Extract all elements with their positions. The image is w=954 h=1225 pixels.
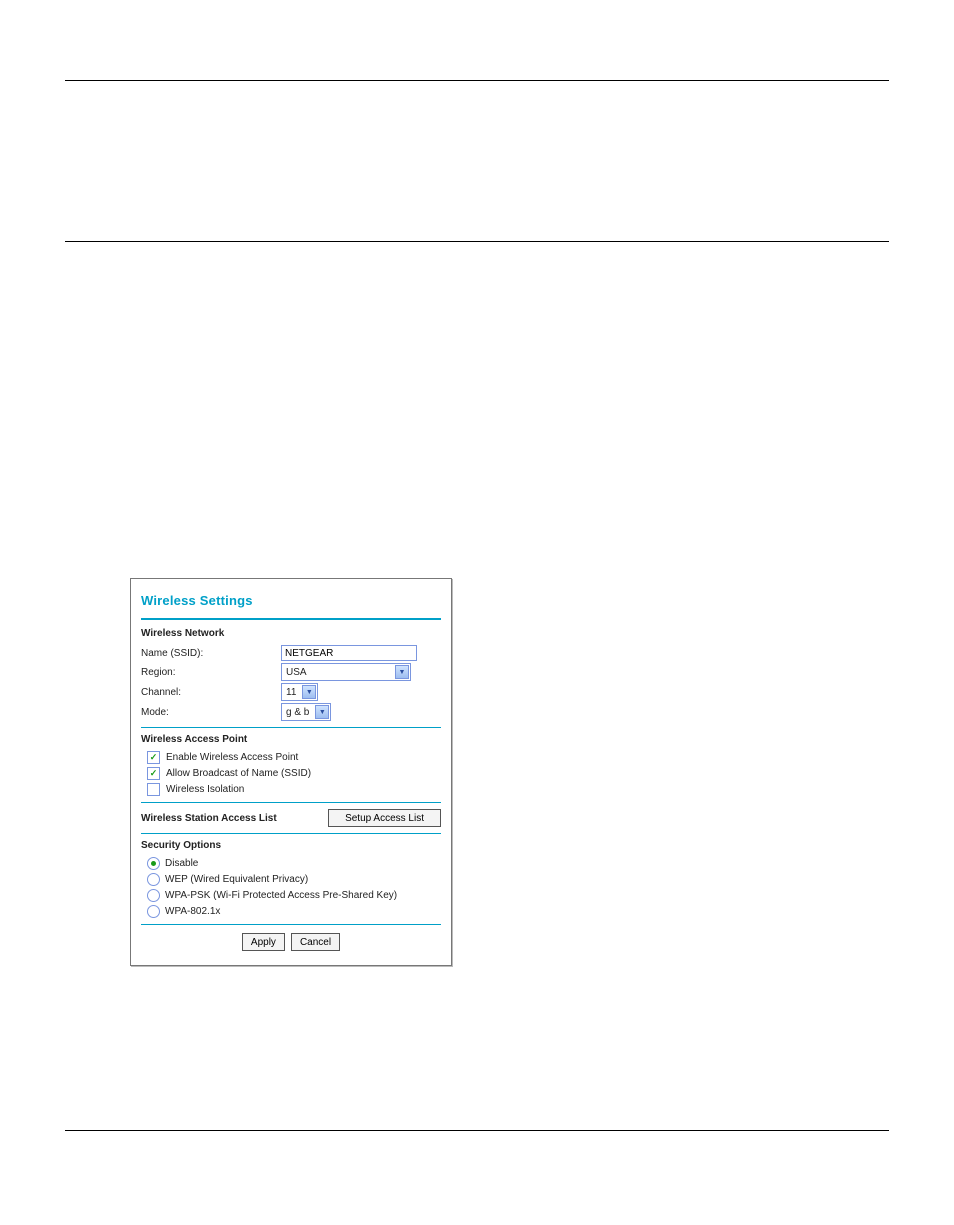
security-wpa8021x-radio[interactable] xyxy=(147,905,160,918)
ssid-input[interactable] xyxy=(281,645,417,661)
channel-label: Channel: xyxy=(141,687,281,698)
radio-selected-icon xyxy=(151,861,156,866)
security-wpa8021x-label: WPA-802.1x xyxy=(165,906,220,917)
security-wpapsk-radio[interactable] xyxy=(147,889,160,902)
security-disable-label: Disable xyxy=(165,858,198,869)
broadcast-ssid-label: Allow Broadcast of Name (SSID) xyxy=(166,768,311,779)
channel-select[interactable]: 11 ▼ xyxy=(281,683,318,701)
chevron-down-icon: ▼ xyxy=(315,705,329,719)
divider xyxy=(141,924,441,925)
region-value: USA xyxy=(282,667,394,678)
section-heading-security: Security Options xyxy=(141,840,441,851)
section-heading-ap: Wireless Access Point xyxy=(141,734,441,745)
wireless-isolation-checkbox[interactable] xyxy=(147,783,160,796)
channel-value: 11 xyxy=(282,687,301,698)
security-wep-label: WEP (Wired Equivalent Privacy) xyxy=(165,874,308,885)
access-list-label: Wireless Station Access List xyxy=(141,813,277,824)
panel-title: Wireless Settings xyxy=(141,593,441,608)
broadcast-ssid-checkbox[interactable]: ✓ xyxy=(147,767,160,780)
enable-ap-checkbox[interactable]: ✓ xyxy=(147,751,160,764)
divider xyxy=(141,727,441,728)
page-rule-top xyxy=(65,80,889,81)
enable-ap-label: Enable Wireless Access Point xyxy=(166,752,298,763)
wireless-isolation-label: Wireless Isolation xyxy=(166,784,244,795)
ssid-label: Name (SSID): xyxy=(141,648,281,659)
section-heading-network: Wireless Network xyxy=(141,628,441,639)
security-wep-radio[interactable] xyxy=(147,873,160,886)
chevron-down-icon: ▼ xyxy=(302,685,316,699)
security-disable-radio[interactable] xyxy=(147,857,160,870)
divider xyxy=(141,618,441,620)
divider xyxy=(141,833,441,834)
page-rule-mid xyxy=(65,241,889,242)
cancel-button[interactable]: Cancel xyxy=(291,933,340,951)
setup-access-list-button[interactable]: Setup Access List xyxy=(328,809,441,827)
mode-select[interactable]: g & b ▼ xyxy=(281,703,331,721)
page-rule-bottom xyxy=(65,1130,889,1131)
region-select[interactable]: USA ▼ xyxy=(281,663,411,681)
wireless-settings-panel: Wireless Settings Wireless Network Name … xyxy=(130,578,452,966)
mode-label: Mode: xyxy=(141,707,281,718)
chevron-down-icon: ▼ xyxy=(395,665,409,679)
apply-button[interactable]: Apply xyxy=(242,933,285,951)
region-label: Region: xyxy=(141,667,281,678)
divider xyxy=(141,802,441,803)
security-wpapsk-label: WPA-PSK (Wi-Fi Protected Access Pre-Shar… xyxy=(165,890,397,901)
mode-value: g & b xyxy=(282,707,314,718)
